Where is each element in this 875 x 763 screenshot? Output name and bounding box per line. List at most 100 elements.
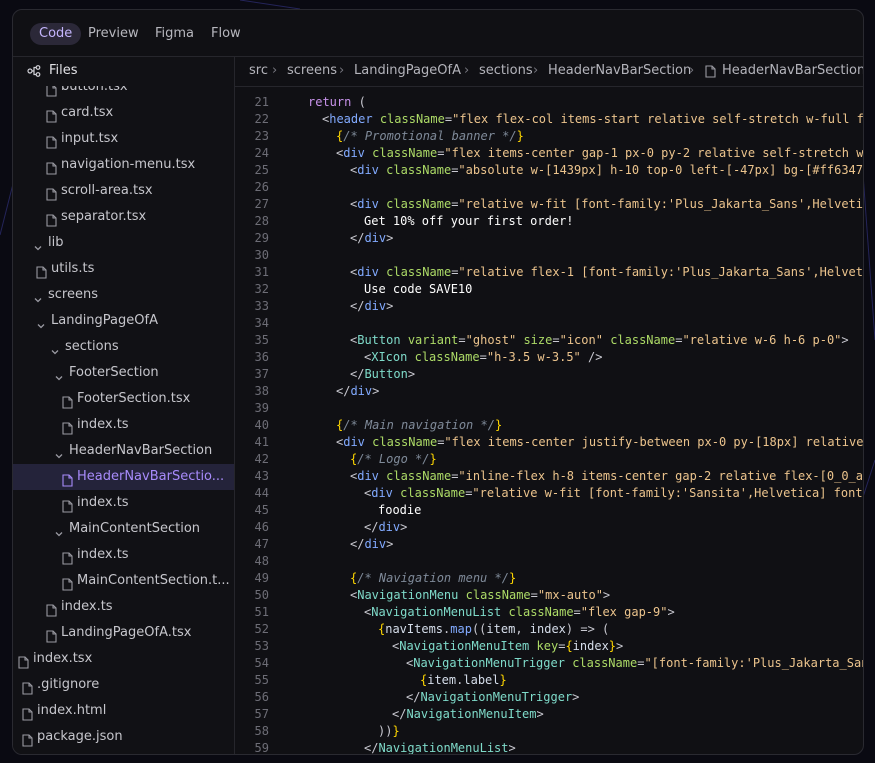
breadcrumb-item[interactable]: LandingPageOfA [354, 63, 461, 78]
code-token: > [400, 520, 408, 534]
tree-item-label: utils.ts [51, 261, 95, 276]
line-number: 51 [254, 605, 269, 619]
code-token: Button [364, 367, 408, 381]
line-number: 43 [254, 469, 269, 483]
code-line: </NavigationMenuList> [308, 740, 516, 754]
file-item[interactable]: scroll-area.tsx [13, 178, 234, 204]
folder-item[interactable]: MainContentSection [13, 516, 234, 542]
code-token: foodie [378, 503, 422, 517]
code-token: } [429, 452, 437, 466]
code-token: "relative w-6 h-6 p-0" [682, 333, 842, 347]
code-token: /* Promotional banner */ [343, 129, 517, 143]
line-number: 24 [254, 146, 269, 160]
file-icon [705, 65, 716, 82]
tab-flow[interactable]: Flow [202, 23, 250, 45]
file-item[interactable]: .gitignore [13, 672, 234, 698]
code-token: "inline-flex h-8 items-center gap-2 rela… [458, 469, 863, 483]
breadcrumb-item[interactable]: screens [287, 63, 337, 78]
breadcrumb-item[interactable]: HeaderNavBarSection [548, 63, 691, 78]
breadcrumb-item[interactable]: src [249, 63, 268, 78]
line-number: 36 [254, 350, 269, 364]
line-number: 37 [254, 367, 269, 381]
file-item[interactable]: FooterSection.tsx [13, 386, 234, 412]
code-token: = [573, 605, 581, 619]
code-token: NavigationMenuItem [406, 707, 537, 721]
file-item[interactable]: input.tsx [13, 126, 234, 152]
tree-item-label: navigation-menu.tsx [61, 157, 196, 172]
file-item[interactable]: card.tsx [13, 100, 234, 126]
code-line: </div> [308, 383, 379, 400]
code-token: div [357, 265, 379, 279]
tree-item-label: FooterSection [69, 365, 159, 380]
file-item[interactable]: index.html [13, 698, 234, 724]
folder-item[interactable]: lib [13, 230, 234, 256]
line-number: 38 [254, 384, 269, 398]
tab-preview[interactable]: Preview [79, 23, 148, 45]
code-token: className [386, 265, 452, 279]
file-item[interactable]: index.ts [13, 594, 234, 620]
code-token: "relative flex-1 [font-family:'Plus_Jaka… [458, 265, 863, 279]
folder-item[interactable]: HeaderNavBarSection [13, 438, 234, 464]
line-number: 28 [254, 214, 269, 228]
code-token: item [427, 673, 457, 687]
line-number: 55 [254, 673, 269, 687]
file-item[interactable]: index.ts [13, 412, 234, 438]
code-token: > [407, 367, 416, 381]
file-item[interactable]: button.tsx [13, 86, 234, 100]
code-line: return ( [308, 94, 366, 111]
file-icon [22, 731, 33, 754]
code-token: </ [406, 690, 421, 704]
code-token: "ghost" [465, 333, 517, 347]
code-editor[interactable]: 21 return (22 <header className="flex flex… [235, 87, 863, 754]
code-token: className [379, 112, 445, 126]
code-token: div [378, 520, 401, 534]
tab-figma[interactable]: Figma [146, 23, 203, 45]
breadcrumb-item[interactable]: sections [479, 63, 533, 78]
folder-item[interactable]: screens [13, 282, 234, 308]
code-token: className [465, 588, 531, 602]
file-item[interactable]: index.ts [13, 490, 234, 516]
file-item[interactable]: separator.tsx [13, 204, 234, 230]
code-token: XIcon [371, 350, 408, 364]
code-line: </div> [308, 519, 407, 536]
file-item[interactable]: index.tsx [13, 646, 234, 672]
line-number: 29 [254, 231, 269, 245]
breadcrumb-separator-icon: › [464, 63, 470, 78]
code-token: </ [350, 367, 365, 381]
code-token: NavigationMenuList [371, 605, 502, 619]
file-item[interactable]: navigation-menu.tsx [13, 152, 234, 178]
breadcrumb-item[interactable]: HeaderNavBarSection.t [722, 63, 863, 78]
folder-item[interactable]: FooterSection [13, 360, 234, 386]
line-number: 44 [254, 486, 269, 500]
tree-item-label: button.tsx [61, 86, 128, 94]
code-token: > [536, 707, 544, 721]
code-token: className [386, 469, 452, 483]
code-token: } [499, 673, 507, 687]
tab-code[interactable]: Code [30, 23, 82, 45]
code-line: <div className="absolute w-[1439px] h-10… [308, 162, 863, 179]
code-line: <XIcon className="h-3.5 w-3.5" /> [308, 349, 602, 366]
view-tabs-bar: Code Preview Figma Flow [13, 10, 863, 57]
code-token: variant [407, 333, 459, 347]
file-tree: button.tsx card.tsx input.tsx navigation-me… [13, 86, 234, 754]
code-token: Use code SAVE10 [364, 282, 473, 296]
code-token: className [400, 486, 466, 500]
file-item[interactable]: HeaderNavBarSectio... [13, 464, 234, 490]
file-item[interactable]: MainContentSection.t... [13, 568, 234, 594]
file-item[interactable]: index.ts [13, 542, 234, 568]
code-token: (( [471, 622, 487, 636]
tree-item-label: index.ts [77, 547, 129, 562]
tree-item-label: sections [65, 339, 119, 354]
code-token: </ [364, 741, 379, 754]
folder-item[interactable]: sections [13, 334, 234, 360]
breadcrumb-separator-icon: › [689, 63, 695, 78]
line-number: 46 [254, 520, 269, 534]
code-token: = [479, 350, 487, 364]
tree-item-label: index.ts [61, 599, 113, 614]
file-item[interactable]: utils.ts [13, 256, 234, 282]
file-item[interactable]: package.json [13, 724, 234, 750]
code-line: <div className="relative flex-1 [font-fa… [308, 264, 863, 281]
folder-item[interactable]: LandingPageOfA [13, 308, 234, 334]
file-item[interactable]: LandingPageOfA.tsx [13, 620, 234, 646]
